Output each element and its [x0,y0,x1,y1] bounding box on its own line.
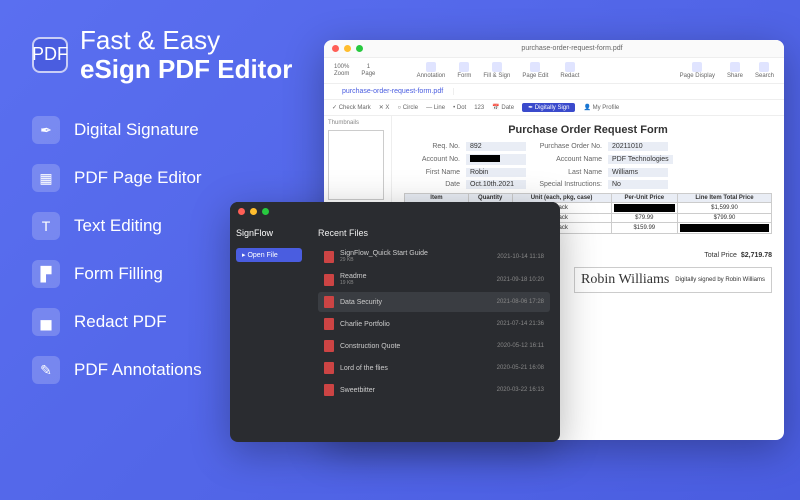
first-name-field[interactable]: Robin [466,168,526,177]
dark-sidebar: SignFlow ▸ Open File [230,220,308,442]
date-field[interactable]: Oct.10th.2021 [466,180,526,189]
fill-sign-button[interactable]: Fill & Sign [479,62,514,79]
si-label: Special Instructions: [532,181,602,188]
close-icon[interactable] [238,208,245,215]
recent-file-item[interactable]: SignFlow_Quick Start Guide29 KB2021-10-1… [318,246,550,267]
acct-name-label: Account Name [532,156,602,163]
recent-file-item[interactable]: Data Security2021-08-06 17:28 [318,292,550,312]
pdf-file-icon [324,318,334,330]
app-logo-icon: PDF [32,37,68,73]
dot-tool[interactable]: • Dot [453,105,466,111]
acct-no-field[interactable] [466,154,526,165]
maximize-icon[interactable] [262,208,269,215]
search-button[interactable]: Search [751,62,778,79]
grid-icon: ▦ [32,164,60,192]
pen-icon: ✎ [32,356,60,384]
recent-file-item[interactable]: Readme19 KB2021-09-18 10:20 [318,269,550,290]
th-price: Per-Unit Price [611,194,677,203]
po-field[interactable]: 20211010 [608,142,668,151]
document-tabs: purchase-order-request-form.pdf [324,84,784,100]
form-icon: ▛ [32,260,60,288]
annotation-button[interactable]: Annotation [413,62,450,79]
redact-icon: ▅ [32,308,60,336]
date-tool[interactable]: 📅 Date [492,104,514,111]
fill-sign-tools: ✓ Check Mark ✕ X ○ Circle — Line • Dot 1… [324,100,784,116]
last-name-label: Last Name [532,169,602,176]
th-total: Line Item Total Price [677,194,771,203]
acct-name-field[interactable]: PDF Technologies [608,155,673,164]
feature-list: ✒Digital Signature ▦PDF Page Editor TTex… [32,116,202,384]
signature-box[interactable]: Robin Williams Digitally signed by Robin … [574,267,772,293]
pdf-file-icon [324,362,334,374]
pdf-file-icon [324,384,334,396]
recent-files-title: Recent Files [318,228,550,238]
signature-name: Robin Williams [581,272,669,288]
form-button[interactable]: Form [453,62,475,79]
pdf-file-icon [324,251,334,263]
page-thumbnail[interactable] [328,130,384,200]
text-tool[interactable]: 123 [474,105,484,111]
page-control[interactable]: 1Page [357,64,379,77]
minimize-icon[interactable] [344,45,351,52]
hero-title: Fast & EasyeSign PDF Editor [80,26,292,83]
feature-form-filling: ▛Form Filling [32,260,202,288]
recent-files-panel: Recent Files SignFlow_Quick Start Guide2… [308,220,560,442]
window-title: purchase-order-request-form.pdf [368,45,776,52]
pdf-file-icon [324,340,334,352]
req-no-field[interactable]: 892 [466,142,526,151]
pdf-file-icon [324,274,334,286]
recent-file-item[interactable]: Sweetbitter2020-03-22 16:13 [318,380,550,400]
close-icon[interactable] [332,45,339,52]
po-label: Purchase Order No. [532,143,602,150]
thumbnails-label: Thumbnails [328,120,387,126]
si-field[interactable]: No [608,180,668,189]
editor-titlebar: purchase-order-request-form.pdf [324,40,784,58]
digitally-sign-tool[interactable]: ✒ Digitally Sign [522,103,575,112]
feature-page-editor: ▦PDF Page Editor [32,164,202,192]
check-mark-tool[interactable]: ✓ Check Mark [332,104,371,111]
recent-file-item[interactable]: Construction Quote2020-05-12 16:11 [318,336,550,356]
redact-button[interactable]: Redact [556,62,583,79]
editor-toolbar: 100%Zoom 1Page Annotation Form Fill & Si… [324,58,784,84]
page-display-button[interactable]: Page Display [676,62,719,79]
redacted-block [680,224,769,232]
feature-digital-signature: ✒Digital Signature [32,116,202,144]
page-edit-button[interactable]: Page Edit [518,62,552,79]
redacted-block [470,155,500,162]
feature-redact: ▅Redact PDF [32,308,202,336]
signature-meta: Digitally signed by Robin Williams [675,277,765,283]
open-file-button[interactable]: ▸ Open File [236,248,302,262]
last-name-field[interactable]: Williams [608,168,668,177]
text-icon: T [32,212,60,240]
req-no-label: Req. No. [404,143,460,150]
recent-file-item[interactable]: Charlie Portfolio2021-07-14 21:36 [318,314,550,334]
line-tool[interactable]: — Line [426,105,445,111]
acct-no-label: Account No. [404,156,460,163]
maximize-icon[interactable] [356,45,363,52]
zoom-control[interactable]: 100%Zoom [330,64,353,77]
share-button[interactable]: Share [723,62,747,79]
recent-file-item[interactable]: Lord of the flies2020-05-21 16:08 [318,358,550,378]
hero: PDF Fast & EasyeSign PDF Editor [32,26,292,83]
doc-title: Purchase Order Request Form [404,124,772,136]
tab-document[interactable]: purchase-order-request-form.pdf [332,88,454,95]
minimize-icon[interactable] [250,208,257,215]
x-tool[interactable]: ✕ X [379,104,390,111]
redacted-block [614,204,675,212]
feature-annotations: ✎PDF Annotations [32,356,202,384]
date-label: Date [404,181,460,188]
feature-text-editing: TText Editing [32,212,202,240]
signature-icon: ✒ [32,116,60,144]
dark-titlebar [230,202,560,220]
first-name-label: First Name [404,169,460,176]
my-profile-tool[interactable]: 👤 My Profile [583,104,619,111]
recent-files-window: SignFlow ▸ Open File Recent Files SignFl… [230,202,560,442]
pdf-file-icon [324,296,334,308]
circle-tool[interactable]: ○ Circle [397,105,418,111]
app-name: SignFlow [236,228,302,238]
